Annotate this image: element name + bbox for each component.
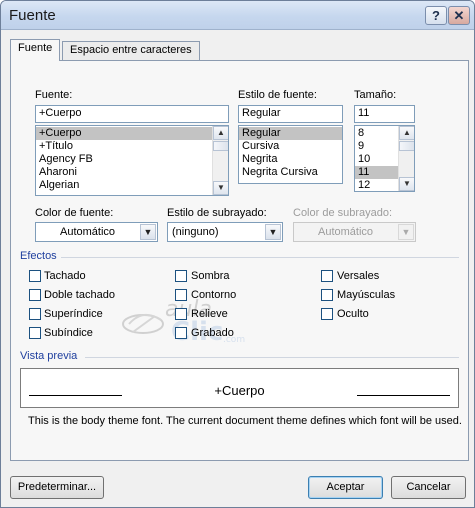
checkbox-relieve[interactable]	[175, 308, 187, 320]
chevron-down-icon[interactable]: ▼	[140, 224, 156, 240]
tab-espacio-caracteres[interactable]: Espacio entre caracteres	[62, 41, 200, 60]
font-color-value: Automático	[59, 226, 116, 238]
label-relieve: Relieve	[191, 308, 228, 320]
label-tachado: Tachado	[44, 270, 86, 282]
checkbox-doble-tachado[interactable]	[29, 289, 41, 301]
checkbox-mayusculas[interactable]	[321, 289, 333, 301]
font-dialog: Fuente ? ✕ Fuente Espacio entre caracter…	[0, 0, 475, 508]
underline-style-label: Estilo de subrayado:	[167, 207, 267, 219]
checkbox-oculto[interactable]	[321, 308, 333, 320]
label-subindice: Subíndice	[44, 327, 93, 339]
scroll-down-icon[interactable]: ▼	[213, 181, 228, 195]
underline-color-label: Color de subrayado:	[293, 207, 393, 219]
style-label: Estilo de fuente:	[238, 89, 317, 101]
default-button[interactable]: Predeterminar...	[10, 476, 104, 499]
size-list-scrollbar[interactable]: ▲ ▼	[398, 126, 414, 191]
cancel-button[interactable]: Cancelar	[391, 476, 466, 499]
preview-box: +Cuerpo	[20, 368, 459, 408]
underline-style-select[interactable]: (ninguno) ▼	[167, 222, 283, 242]
scroll-thumb[interactable]	[399, 141, 414, 151]
font-label: Fuente:	[35, 89, 73, 101]
style-list-item[interactable]: Negrita Cursiva	[239, 166, 342, 179]
chevron-down-icon[interactable]: ▼	[265, 224, 281, 240]
checkbox-contorno[interactable]	[175, 289, 187, 301]
preview-rule-right	[357, 395, 450, 396]
tab-fuente[interactable]: Fuente	[10, 39, 61, 61]
size-label: Tamaño:	[354, 89, 397, 101]
label-doble-tachado: Doble tachado	[44, 289, 115, 301]
underline-style-value: (ninguno)	[172, 226, 219, 238]
underline-color-select: Automático ▼	[293, 222, 416, 242]
checkbox-subindice[interactable]	[29, 327, 41, 339]
label-versales: Versales	[337, 270, 380, 282]
font-list-item[interactable]: +Cuerpo	[36, 127, 228, 140]
label-mayusculas: Mayúsculas	[337, 289, 396, 301]
label-sombra: Sombra	[191, 270, 230, 282]
font-list-scrollbar[interactable]: ▲ ▼	[212, 126, 228, 195]
dialog-title: Fuente	[9, 7, 56, 24]
checkbox-superindice[interactable]	[29, 308, 41, 320]
checkbox-tachado[interactable]	[29, 270, 41, 282]
label-contorno: Contorno	[191, 289, 237, 301]
checkbox-grabado[interactable]	[175, 327, 187, 339]
scroll-thumb[interactable]	[213, 141, 228, 151]
close-button[interactable]: ✕	[448, 6, 470, 25]
font-list-item[interactable]: +Título	[36, 140, 228, 153]
underline-color-value: Automático	[317, 226, 374, 238]
font-list-item[interactable]: Agency FB	[36, 153, 228, 166]
style-list-item[interactable]: Regular	[239, 127, 342, 140]
checkbox-versales[interactable]	[321, 270, 333, 282]
label-superindice: Superíndice	[44, 308, 103, 320]
ok-button[interactable]: Aceptar	[308, 476, 383, 499]
style-list-item[interactable]: Cursiva	[239, 140, 342, 153]
style-list-item[interactable]: Negrita	[239, 153, 342, 166]
font-input[interactable]: +Cuerpo	[35, 105, 229, 123]
preview-title: Vista previa	[20, 350, 78, 362]
font-color-select[interactable]: Automático ▼	[35, 222, 158, 242]
chevron-down-icon: ▼	[398, 224, 414, 240]
size-input[interactable]: 11	[354, 105, 415, 123]
preview-divider	[85, 357, 459, 358]
help-button[interactable]: ?	[425, 6, 447, 25]
scroll-down-icon[interactable]: ▼	[399, 177, 414, 191]
style-input[interactable]: Regular	[238, 105, 343, 123]
effects-divider	[61, 257, 459, 258]
tab-strip: Fuente Espacio entre caracteres	[10, 39, 469, 61]
font-color-label: Color de fuente:	[35, 207, 114, 219]
size-list[interactable]: 8 9 10 11 12 ▲ ▼	[354, 125, 415, 192]
effects-title: Efectos	[20, 250, 57, 262]
scroll-up-icon[interactable]: ▲	[399, 126, 414, 140]
preview-description: This is the body theme font. The current…	[28, 415, 462, 427]
font-list-item[interactable]: Algerian	[36, 179, 228, 192]
scroll-up-icon[interactable]: ▲	[213, 126, 228, 140]
label-grabado: Grabado	[191, 327, 234, 339]
style-list[interactable]: Regular Cursiva Negrita Negrita Cursiva	[238, 125, 343, 184]
checkbox-sombra[interactable]	[175, 270, 187, 282]
title-bar[interactable]: Fuente ? ✕	[1, 1, 474, 30]
font-list[interactable]: +Cuerpo +Título Agency FB Aharoni Algerian ▲…	[35, 125, 229, 196]
font-list-item[interactable]: Aharoni	[36, 166, 228, 179]
label-oculto: Oculto	[337, 308, 369, 320]
